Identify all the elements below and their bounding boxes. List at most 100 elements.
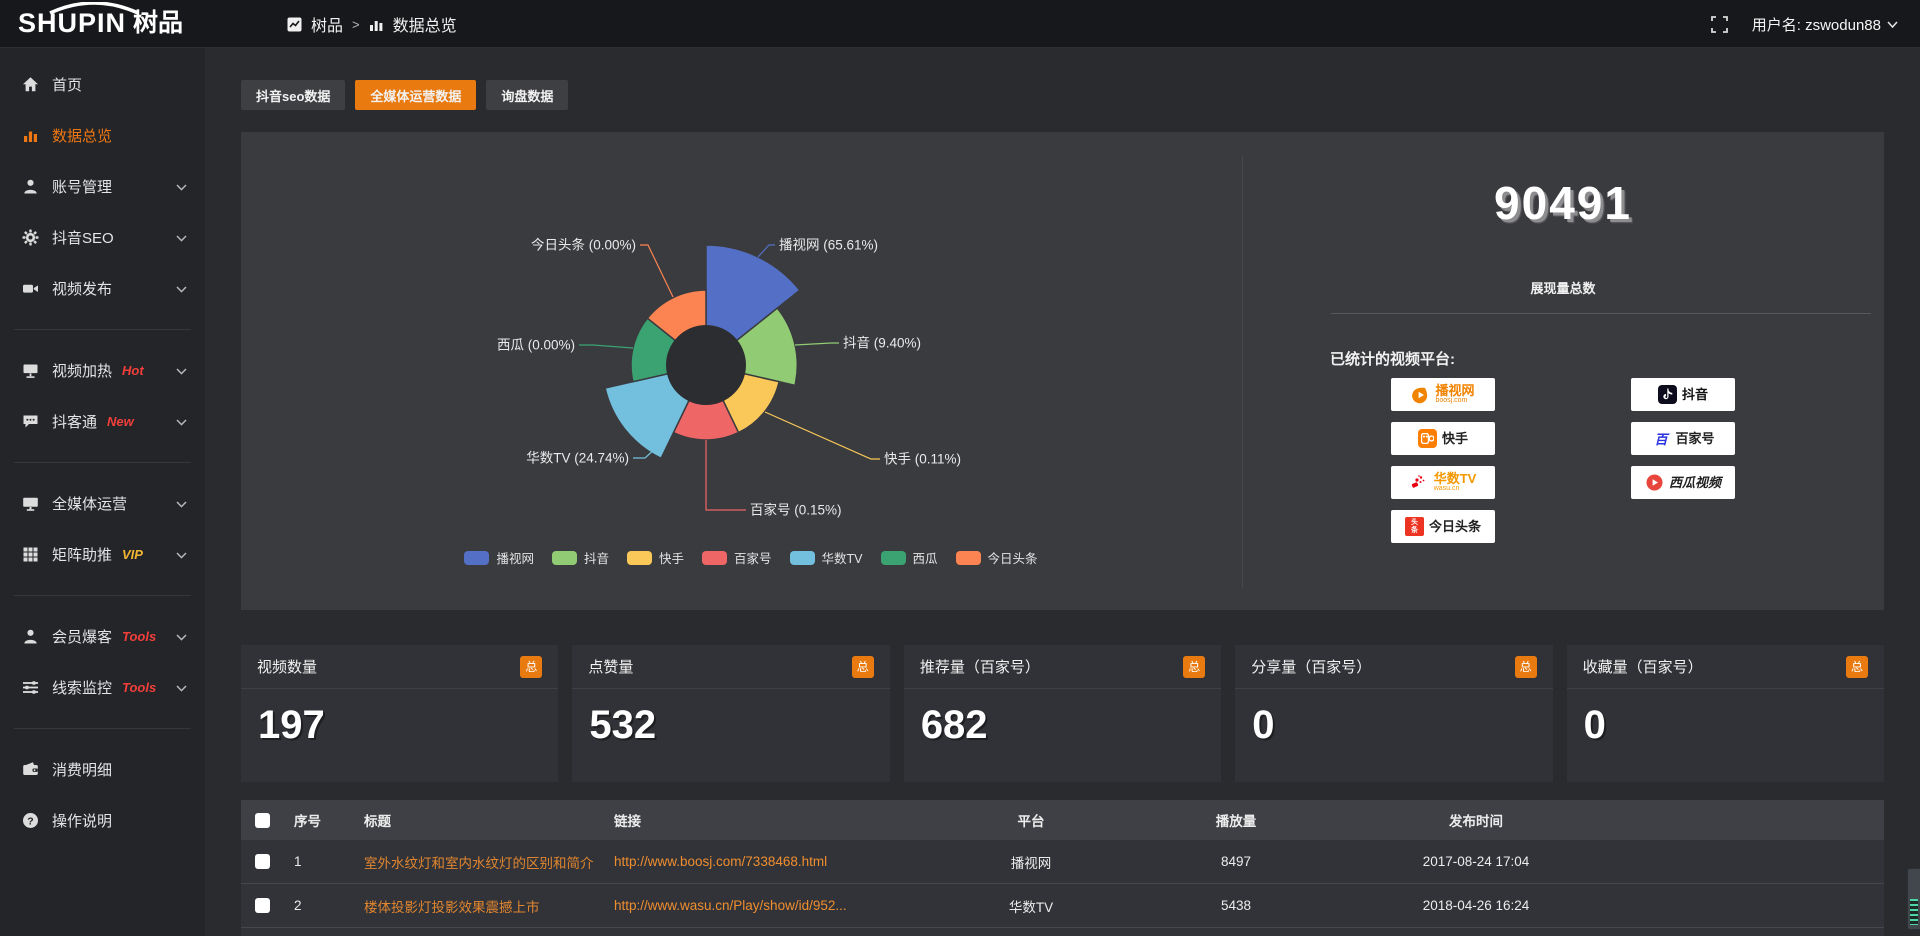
row-checkbox[interactable] <box>255 854 270 869</box>
sidebar-item-视频发布[interactable]: 视频发布 <box>0 263 205 314</box>
sidebar-item-label: 抖音SEO <box>52 227 114 248</box>
sidebar-divider <box>14 595 191 596</box>
pie-label-播视网: 播视网 (65.61%) <box>779 238 878 253</box>
col-plays: 播放量 <box>1126 810 1346 830</box>
sidebar-item-label: 视频加热 <box>52 360 112 381</box>
fullscreen-icon[interactable] <box>1711 16 1728 33</box>
col-platform: 平台 <box>936 810 1126 830</box>
sidebar-item-操作说明[interactable]: ?操作说明 <box>0 795 205 846</box>
chart-legend: 播视网 抖音 快手 百家号华数TV 西瓜 今日头条 <box>381 548 1121 567</box>
sidebar-item-首页[interactable]: 首页 <box>0 59 205 110</box>
legend-item-百家号[interactable]: 百家号 <box>702 548 772 567</box>
chevron-down-icon <box>176 546 187 563</box>
sidebar-divider <box>14 329 191 330</box>
legend-swatch <box>552 551 577 565</box>
platform-chip-name: 西瓜视频 <box>1669 476 1721 489</box>
cell-link[interactable]: http://www.boosj.com/7338468.html <box>606 854 936 869</box>
douyin-logo-icon <box>1658 385 1677 404</box>
question-icon: ? <box>22 812 39 829</box>
breadcrumb-root[interactable]: 树品 <box>311 12 343 36</box>
platform-chip-name: 百家号 <box>1675 432 1714 445</box>
legend-label: 百家号 <box>734 548 772 567</box>
tab-全媒体运营数据[interactable]: 全媒体运营数据 <box>355 80 476 110</box>
sidebar-item-线索监控[interactable]: 线索监控Tools <box>0 662 205 713</box>
platform-chip-西瓜视频: 西瓜视频 <box>1631 466 1735 499</box>
sidebar-item-矩阵助推[interactable]: 矩阵助推VIP <box>0 529 205 580</box>
user-menu[interactable]: 用户名: zswodun88 <box>1752 14 1898 35</box>
sidebar-item-label: 消费明细 <box>52 759 112 780</box>
wallet-icon <box>22 761 39 778</box>
legend-item-播视网[interactable]: 播视网 <box>464 548 534 567</box>
xigua-logo-icon <box>1645 473 1664 492</box>
boosj-logo-icon <box>1411 385 1430 404</box>
sidebar-item-消费明细[interactable]: 消费明细 <box>0 744 205 795</box>
chevron-down-icon <box>176 679 187 696</box>
sidebar-item-抖音SEO[interactable]: 抖音SEO <box>0 212 205 263</box>
sidebar-item-抖客通[interactable]: 抖客通New <box>0 396 205 447</box>
videos-table: 序号标题链接平台播放量发布时间1室外水纹灯和室内水纹灯的区别和简介http://… <box>241 800 1884 936</box>
stat-card-推荐量（百家号）: 推荐量（百家号）总682 <box>904 645 1221 782</box>
tab-抖音seo数据[interactable]: 抖音seo数据 <box>241 80 345 110</box>
gear-icon <box>22 229 39 246</box>
cell-title[interactable]: 楼体投影灯投影效果震撼上市 <box>356 896 606 916</box>
legend-item-西瓜[interactable]: 西瓜 <box>881 548 938 567</box>
platform-chip-抖音: 抖音 <box>1631 378 1735 411</box>
pie-label-百家号: 百家号 (0.15%) <box>750 502 842 518</box>
sidebar-item-全媒体运营[interactable]: 全媒体运营 <box>0 478 205 529</box>
cell-link[interactable]: http://www.wasu.cn/Play/show/id/952... <box>606 898 936 913</box>
cell-index: 2 <box>286 898 356 913</box>
cell-title[interactable]: 室外水纹灯和室内水纹灯的区别和简介 <box>356 852 606 872</box>
pie-label-line <box>579 345 633 348</box>
platform-chip-name: 抖音 <box>1682 388 1708 401</box>
svg-text:?: ? <box>27 815 33 827</box>
legend-swatch <box>464 551 489 565</box>
floating-widget[interactable] <box>1907 868 1920 930</box>
sidebar-divider <box>14 728 191 729</box>
platform-chip-name: 快手 <box>1442 432 1468 445</box>
overview-panel: 播视网 (65.61%)抖音 (9.40%)快手 (0.11%)百家号 (0.1… <box>241 132 1884 610</box>
legend-label: 今日头条 <box>988 548 1038 567</box>
platform-chip-sub: boosj.com <box>1435 397 1467 405</box>
legend-item-华数TV[interactable]: 华数TV <box>790 548 863 567</box>
legend-item-今日头条[interactable]: 今日头条 <box>956 548 1038 567</box>
brand-logo: SHUPIN 树品 <box>18 6 183 40</box>
sidebar-item-视频加热[interactable]: 视频加热Hot <box>0 345 205 396</box>
col-title: 标题 <box>356 810 606 830</box>
topbar-right: 用户名: zswodun88 <box>1711 0 1898 48</box>
sidebar-item-账号管理[interactable]: 账号管理 <box>0 161 205 212</box>
summary-divider <box>1331 313 1871 314</box>
cell-platform: 播视网 <box>936 852 1126 872</box>
col-time: 发布时间 <box>1346 810 1606 830</box>
sidebar-item-数据总览[interactable]: 数据总览 <box>0 110 205 161</box>
baijia-logo-icon: 百 <box>1651 429 1670 448</box>
row-checkbox[interactable] <box>255 898 270 913</box>
sidebar-badge-New: New <box>107 414 134 429</box>
table-header-row: 序号标题链接平台播放量发布时间 <box>241 800 1884 840</box>
legend-item-快手[interactable]: 快手 <box>627 548 684 567</box>
sidebar-item-会员爆客[interactable]: 会员爆客Tools <box>0 611 205 662</box>
total-impressions-value: 90491 <box>1242 176 1884 230</box>
total-badge: 总 <box>1846 656 1868 678</box>
cell-index: 1 <box>286 854 356 869</box>
stat-card-title: 分享量（百家号） <box>1251 656 1371 677</box>
main-content: 抖音seo数据全媒体运营数据询盘数据 播视网 (65.61%) 抖音 (9.40%… <box>205 48 1920 936</box>
select-all-checkbox[interactable] <box>255 813 270 828</box>
table-row: 2楼体投影灯投影效果震撼上市http://www.wasu.cn/Play/sh… <box>241 884 1884 928</box>
chart-icon <box>22 127 39 144</box>
platform-chips-right: 抖音百百家号西瓜视频 <box>1631 378 1735 499</box>
legend-item-抖音[interactable]: 抖音 <box>552 548 609 567</box>
chevron-down-icon <box>176 229 187 246</box>
legend-label: 抖音 <box>584 548 609 567</box>
legend-swatch <box>702 551 727 565</box>
stat-card-value: 197 <box>241 689 558 748</box>
pie-label-line <box>640 245 673 297</box>
breadcrumb-separator: > <box>352 17 360 32</box>
sidebar: 首页数据总览账号管理抖音SEO 视频发布视频加热Hot抖客通New 全媒体运营矩阵助… <box>0 48 205 936</box>
sidebar-item-label: 首页 <box>52 74 82 95</box>
stat-cards-row: 视频数量总197点赞量总532推荐量（百家号）总682分享量（百家号）总0收藏量… <box>241 645 1884 782</box>
legend-label: 快手 <box>659 548 684 567</box>
col-index: 序号 <box>286 810 356 830</box>
pie-label-抖音: 抖音 (9.40%) <box>843 335 921 351</box>
tab-询盘数据[interactable]: 询盘数据 <box>486 80 568 110</box>
legend-label: 西瓜 <box>913 548 938 567</box>
